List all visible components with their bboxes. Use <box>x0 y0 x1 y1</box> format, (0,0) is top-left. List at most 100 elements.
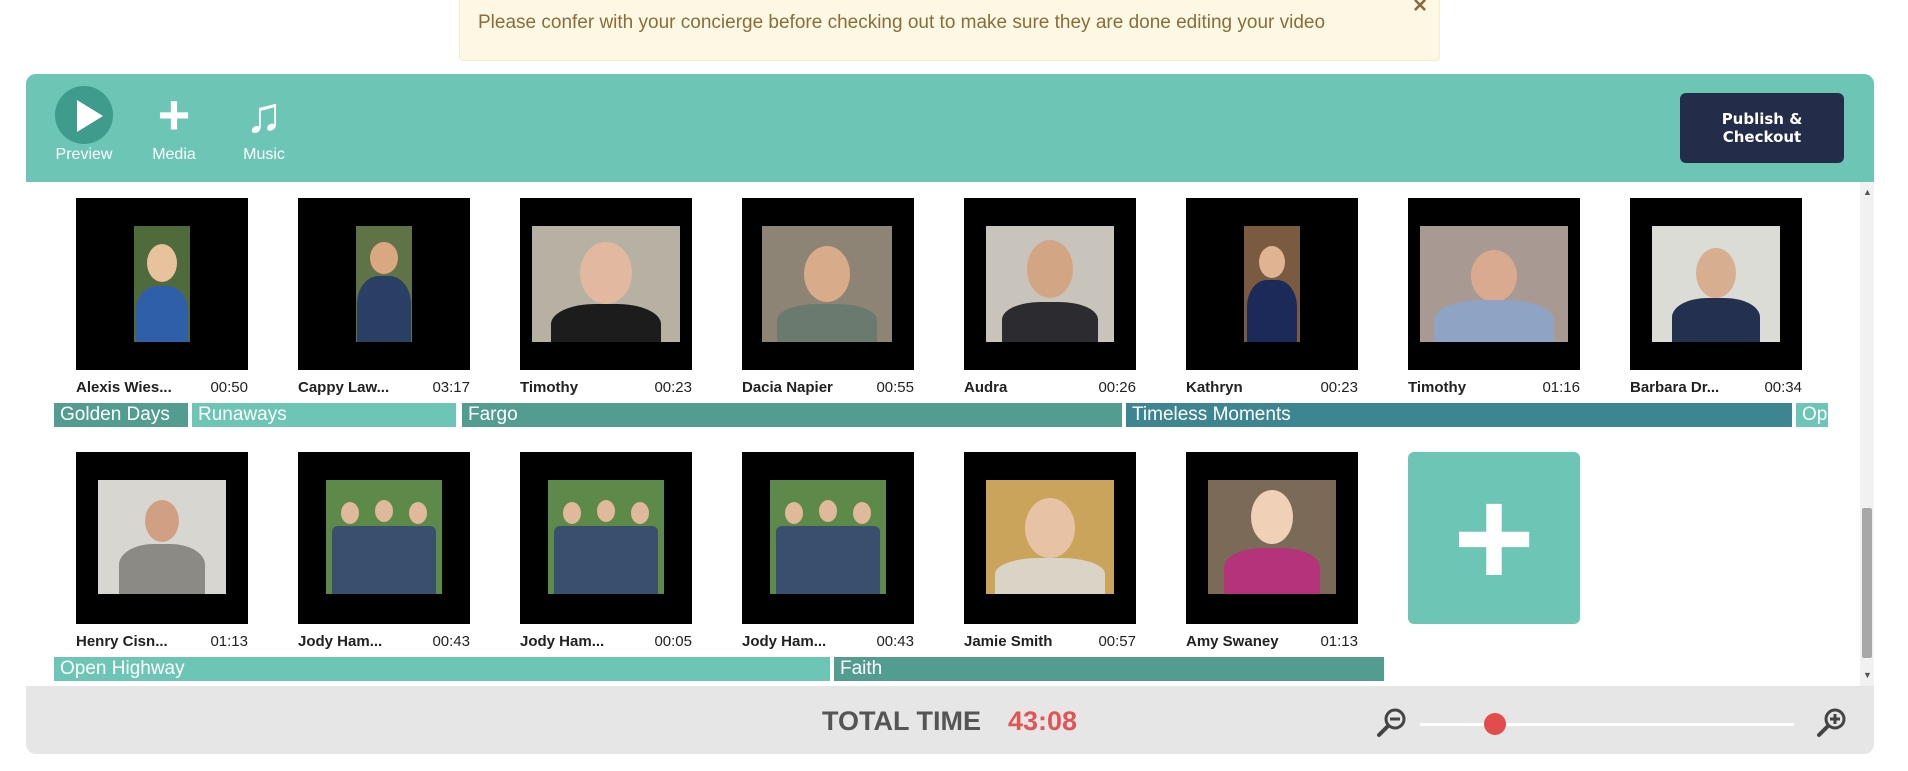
editor-toolbar: Preview + Media ♫ Music Publish & Checko… <box>26 74 1874 182</box>
timeline-footer: TOTAL TIME 43:08 <box>26 686 1874 754</box>
notice-banner: Please confer with your concierge before… <box>459 0 1440 61</box>
clip-duration: 03:17 <box>432 379 470 396</box>
clip-photo <box>98 480 226 594</box>
clip-name: Audra <box>964 379 1008 396</box>
preview-label: Preview <box>55 146 113 163</box>
clip-duration: 00:05 <box>654 633 692 650</box>
clip-photo <box>134 226 190 342</box>
timeline-area: Alexis Wies... 00:50 Cappy Law... 03:17 <box>26 182 1860 686</box>
zoom-slider-knob[interactable] <box>1483 713 1506 735</box>
clip-thumbnail[interactable] <box>1408 198 1580 370</box>
timeline-scrollbar[interactable]: ▲ ▼ <box>1860 182 1874 686</box>
clip-thumbnail[interactable] <box>520 452 692 624</box>
music-track[interactable]: Open Highway <box>54 657 830 681</box>
clip-thumbnail[interactable] <box>1630 198 1802 370</box>
clip-name: Jody Ham... <box>742 633 827 650</box>
media-clip[interactable]: Timothy 00:23 <box>520 198 692 396</box>
clip-name: Jody Ham... <box>520 633 605 650</box>
clip-photo <box>1244 226 1300 342</box>
clip-thumbnail[interactable] <box>1186 198 1358 370</box>
clip-duration: 00:23 <box>1320 379 1358 396</box>
clip-thumbnail[interactable] <box>76 452 248 624</box>
preview-button[interactable]: Preview <box>44 86 124 164</box>
clip-duration: 00:26 <box>1098 379 1136 396</box>
clip-duration: 01:13 <box>210 633 248 650</box>
clip-name: Dacia Napier <box>742 379 833 396</box>
zoom-in-icon[interactable] <box>1816 706 1848 738</box>
clip-photo <box>548 480 664 594</box>
media-clip[interactable]: Jody Ham... 00:43 <box>742 452 914 650</box>
clip-photo <box>1652 226 1780 342</box>
scroll-up-icon[interactable]: ▲ <box>1863 188 1872 197</box>
clip-duration: 01:13 <box>1320 633 1358 650</box>
media-clip[interactable]: Jamie Smith 00:57 <box>964 452 1136 650</box>
clip-name: Cappy Law... <box>298 379 390 396</box>
add-media-tile[interactable]: + <box>1408 452 1580 624</box>
music-track[interactable]: Op <box>1796 403 1828 427</box>
clip-thumbnail[interactable] <box>742 198 914 370</box>
publish-checkout-button[interactable]: Publish & Checkout <box>1680 93 1844 163</box>
clip-name: Kathryn <box>1186 379 1243 396</box>
zoom-out-icon[interactable] <box>1376 706 1408 738</box>
clip-photo <box>1420 226 1568 342</box>
clip-thumbnail[interactable] <box>1186 452 1358 624</box>
total-time-value: 43:08 <box>1008 706 1078 736</box>
media-label: Media <box>152 146 196 163</box>
clip-thumbnail[interactable] <box>298 452 470 624</box>
media-clip[interactable]: Dacia Napier 00:55 <box>742 198 914 396</box>
clip-duration: 00:23 <box>654 379 692 396</box>
clip-duration: 00:43 <box>876 633 914 650</box>
clip-name: Jamie Smith <box>964 633 1053 650</box>
media-clip[interactable]: Amy Swaney 01:13 <box>1186 452 1358 650</box>
clip-name: Barbara Dr... <box>1630 379 1720 396</box>
clip-photo <box>986 480 1114 594</box>
clip-duration: 00:55 <box>876 379 914 396</box>
music-label: Music <box>243 146 285 163</box>
music-track[interactable]: Timeless Moments <box>1126 403 1792 427</box>
scroll-thumb[interactable] <box>1862 508 1872 658</box>
media-clip[interactable]: Cappy Law... 03:17 <box>298 198 470 396</box>
clip-name: Timothy <box>1408 379 1467 396</box>
clip-thumbnail[interactable] <box>298 198 470 370</box>
clip-photo <box>762 226 892 342</box>
media-clip[interactable]: Barbara Dr... 00:34 <box>1630 198 1802 396</box>
zoom-slider-track[interactable] <box>1420 723 1794 726</box>
clip-photo <box>532 226 680 342</box>
clip-duration: 01:16 <box>1542 379 1580 396</box>
play-icon <box>55 86 113 144</box>
clip-thumbnail[interactable] <box>964 452 1136 624</box>
media-clip[interactable]: Henry Cisn... 01:13 <box>76 452 248 650</box>
clip-name: Amy Swaney <box>1186 633 1279 650</box>
clip-photo <box>770 480 886 594</box>
plus-icon: + <box>157 83 191 146</box>
total-time-label: TOTAL TIME <box>822 706 981 736</box>
media-button[interactable]: + Media <box>134 86 214 164</box>
scroll-down-icon[interactable]: ▼ <box>1863 671 1872 680</box>
music-track[interactable]: Runaways <box>192 403 456 427</box>
music-track[interactable]: Faith <box>834 657 1384 681</box>
clip-photo <box>326 480 442 594</box>
media-clip[interactable]: Alexis Wies... 00:50 <box>76 198 248 396</box>
clip-name: Jody Ham... <box>298 633 383 650</box>
media-clip[interactable]: Timothy 01:16 <box>1408 198 1580 396</box>
clip-photo <box>1208 480 1336 594</box>
notice-message: Please confer with your concierge before… <box>478 12 1326 33</box>
music-button[interactable]: ♫ Music <box>224 86 304 164</box>
music-note-icon: ♫ <box>245 87 283 143</box>
clip-duration: 00:43 <box>432 633 470 650</box>
media-clip[interactable]: Audra 00:26 <box>964 198 1136 396</box>
media-clip[interactable]: Jody Ham... 00:05 <box>520 452 692 650</box>
clip-thumbnail[interactable] <box>964 198 1136 370</box>
video-editor-panel: Preview + Media ♫ Music Publish & Checko… <box>26 74 1874 754</box>
clip-name: Alexis Wies... <box>76 379 172 396</box>
close-icon[interactable]: × <box>1413 0 1427 18</box>
clip-name: Timothy <box>520 379 579 396</box>
music-track[interactable]: Golden Days <box>54 403 188 427</box>
clip-thumbnail[interactable] <box>520 198 692 370</box>
clip-thumbnail[interactable] <box>742 452 914 624</box>
music-track[interactable]: Fargo <box>462 403 1122 427</box>
media-clip[interactable]: Kathryn 00:23 <box>1186 198 1358 396</box>
clip-photo <box>986 226 1114 342</box>
media-clip[interactable]: Jody Ham... 00:43 <box>298 452 470 650</box>
clip-thumbnail[interactable] <box>76 198 248 370</box>
